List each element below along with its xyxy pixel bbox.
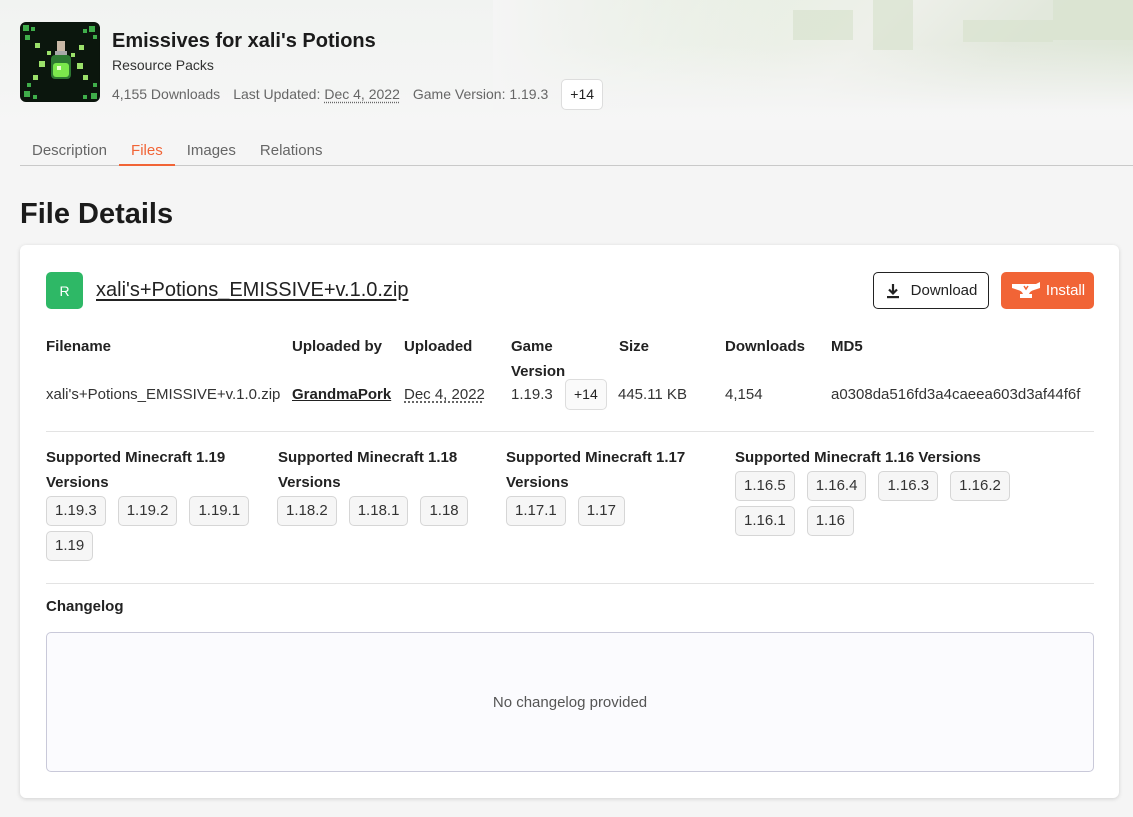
anvil-icon xyxy=(1011,281,1040,298)
tab-description[interactable]: Description xyxy=(20,140,119,166)
col-md5: MD5 xyxy=(831,338,863,355)
value-md5: a0308da516fd3a4caeea603d3af44f6f xyxy=(831,386,1081,403)
version-chip: 1.16.1 xyxy=(735,506,795,536)
tab-relations[interactable]: Relations xyxy=(248,140,335,166)
divider xyxy=(46,583,1094,584)
project-meta: 4,155 Downloads Last Updated: Dec 4, 202… xyxy=(112,78,604,110)
supported-1-17-title: Supported Minecraft 1.17 Versions xyxy=(506,449,686,491)
version-chip: 1.16.2 xyxy=(950,471,1010,501)
project-title: Emissives for xali's Potions xyxy=(112,30,376,52)
file-details-card: R xali's+Potions_EMISSIVE+v.1.0.zip Down… xyxy=(20,245,1119,798)
version-chip: 1.16.4 xyxy=(806,471,867,501)
version-chip: 1.19.1 xyxy=(189,496,250,526)
tab-images[interactable]: Images xyxy=(175,140,248,166)
project-downloads: 4,155 Downloads xyxy=(112,86,221,102)
version-chip: 1.19.3 xyxy=(46,496,106,526)
project-info: Emissives for xali's Potions Resource Pa… xyxy=(112,22,604,110)
file-name-link[interactable]: xali's+Potions_EMISSIVE+v.1.0.zip xyxy=(96,279,409,302)
version-chip: 1.16.5 xyxy=(735,471,795,501)
divider xyxy=(46,431,1094,432)
supported-1-16-list: 1.16.5 1.16.4 1.16.3 1.16.2 1.16.1 1.16 xyxy=(735,471,1080,536)
last-updated-date: Dec 4, 2022 xyxy=(324,86,400,102)
value-size: 445.11 KB xyxy=(618,386,687,403)
col-uploaded-by: Uploaded by xyxy=(292,338,383,355)
col-game-version: Game Version xyxy=(511,338,566,380)
project-header: Emissives for xali's Potions Resource Pa… xyxy=(20,22,604,110)
file-header: R xali's+Potions_EMISSIVE+v.1.0.zip xyxy=(46,272,409,309)
version-chip: 1.17 xyxy=(577,496,625,526)
download-label: Download xyxy=(910,282,978,299)
project-category[interactable]: Resource Packs xyxy=(112,56,603,74)
project-game-version: Game Version: 1.19.3 xyxy=(412,86,549,102)
value-downloads: 4,154 xyxy=(725,386,763,403)
version-chip: 1.16.3 xyxy=(878,471,939,501)
value-uploader-link[interactable]: GrandmaPork xyxy=(292,385,391,405)
download-icon xyxy=(886,283,899,298)
download-button[interactable]: Download xyxy=(873,272,989,309)
version-chip: 1.16 xyxy=(806,506,854,536)
version-chip: 1.19.2 xyxy=(117,496,178,526)
install-button[interactable]: Install xyxy=(1001,272,1094,309)
supported-1-19-title: Supported Minecraft 1.19 Versions xyxy=(46,449,226,491)
last-updated-label: Last Updated: xyxy=(233,86,321,102)
version-chip: 1.18.2 xyxy=(277,496,337,526)
value-uploaded-date: Dec 4, 2022 xyxy=(404,386,485,403)
project-tabs: Description Files Images Relations xyxy=(20,140,1133,166)
supported-1-19-list: 1.19.3 1.19.2 1.19.1 1.19 xyxy=(46,496,256,561)
col-downloads: Downloads xyxy=(725,338,806,355)
project-logo xyxy=(20,22,100,102)
supported-1-18-title: Supported Minecraft 1.18 Versions xyxy=(278,449,458,491)
value-filename: xali's+Potions_EMISSIVE+v.1.0.zip xyxy=(46,386,281,403)
page-title: File Details xyxy=(20,198,174,230)
col-filename: Filename xyxy=(46,338,112,355)
col-uploaded: Uploaded xyxy=(404,338,473,355)
changelog-empty-text: No changelog provided xyxy=(492,693,648,711)
value-game-version: 1.19.3 xyxy=(511,386,553,403)
install-label: Install xyxy=(1045,282,1086,299)
changelog-label: Changelog xyxy=(46,598,124,615)
version-chip: 1.17.1 xyxy=(506,496,566,526)
version-chip: 1.19 xyxy=(46,531,94,561)
version-chip: 1.18 xyxy=(420,496,468,526)
supported-1-18-list: 1.18.2 1.18.1 1.18 xyxy=(277,496,492,526)
value-more-versions-chip[interactable]: +14 xyxy=(565,379,607,410)
tab-files[interactable]: Files xyxy=(119,140,175,166)
supported-1-16-title: Supported Minecraft 1.16 Versions xyxy=(735,449,981,466)
more-versions-chip[interactable]: +14 xyxy=(561,78,604,110)
supported-1-17-list: 1.17.1 1.17 xyxy=(506,496,721,526)
changelog-box: No changelog provided xyxy=(46,632,1094,772)
release-type-badge: R xyxy=(46,272,83,309)
col-size: Size xyxy=(619,338,650,355)
version-chip: 1.18.1 xyxy=(348,496,409,526)
